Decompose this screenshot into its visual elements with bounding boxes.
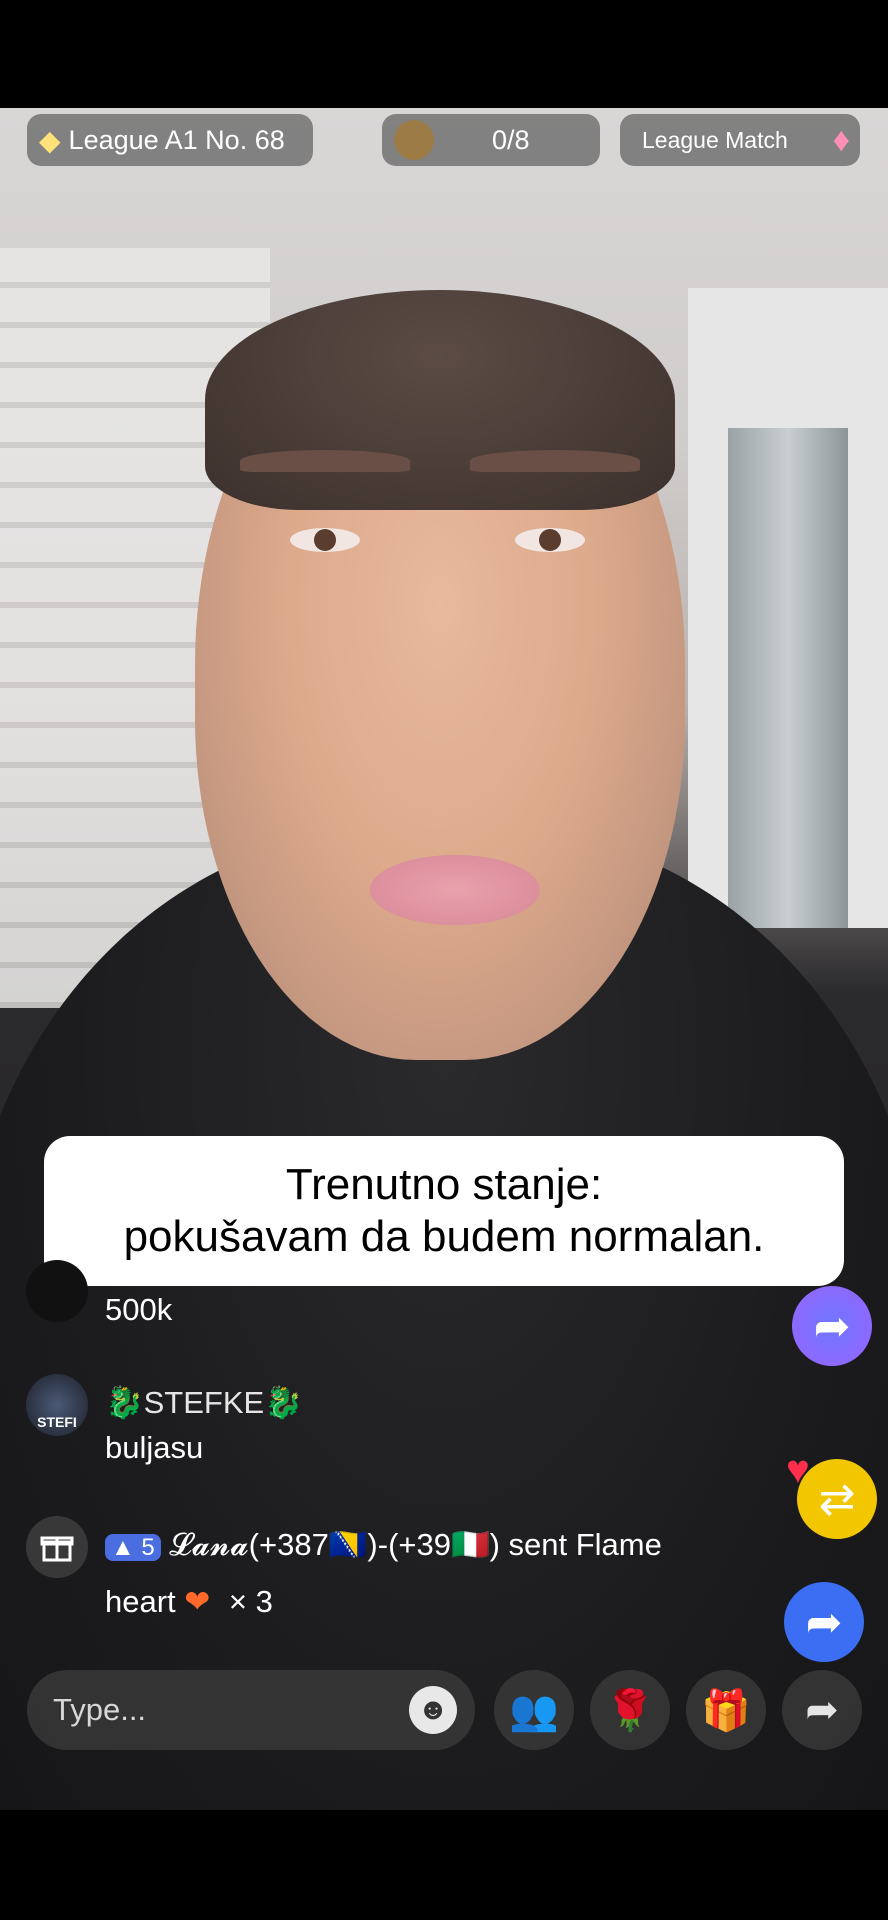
- left-eyebrow: [240, 450, 410, 472]
- dragon-icon: 🐉: [264, 1385, 303, 1420]
- gift-message-line-1: ▲ 5 𝓛𝓪𝓷𝓪(+387🇧🇦)-(+39🇮🇹) sent Flame: [105, 1526, 662, 1564]
- caption-line-1: Trenutno stanje:: [285, 1160, 603, 1209]
- share-icon: ➦: [813, 1301, 851, 1351]
- gift-icon: [26, 1516, 88, 1578]
- level-badge: ▲ 5: [105, 1534, 161, 1561]
- level-number: 5: [141, 1534, 155, 1561]
- caption-box: Trenutno stanje: pokušavam da budem norm…: [44, 1136, 844, 1286]
- gift-box-icon: 🎁: [701, 1688, 751, 1733]
- flame-heart-icon: ❤: [184, 1584, 211, 1619]
- chat-message: buljasu: [105, 1430, 204, 1465]
- share-bottom-button[interactable]: ➦: [782, 1670, 862, 1750]
- league-progress-text: 0/8: [492, 124, 530, 155]
- gift-button[interactable]: 🎁: [686, 1670, 766, 1750]
- gift-message-line-2: heart ❤ × 3: [105, 1584, 273, 1620]
- rose-gift-button[interactable]: 🌹: [590, 1670, 670, 1750]
- comment-placeholder: Type...: [53, 1692, 147, 1727]
- league-rank-pill[interactable]: ◆ League A1 No. 68: [27, 114, 313, 166]
- comment-input[interactable]: Type... ☻: [27, 1670, 475, 1750]
- repost-button[interactable]: ⇄: [797, 1459, 877, 1539]
- gift-name: heart: [105, 1584, 176, 1619]
- share-icon: ➦: [805, 1688, 839, 1732]
- right-eyebrow: [470, 450, 640, 472]
- share-icon: ➦: [805, 1597, 843, 1647]
- share-float-button[interactable]: ➦: [792, 1286, 872, 1366]
- chat-username[interactable]: STEFKE: [144, 1385, 265, 1420]
- right-eye: [515, 528, 585, 552]
- streamer-hair: [205, 290, 675, 510]
- league-match-pill[interactable]: League Match ♦: [620, 114, 860, 166]
- avatar-text: STEFI: [37, 1414, 77, 1430]
- league-progress-pill[interactable]: 0/8: [382, 114, 600, 166]
- door-glass: [728, 428, 848, 928]
- lips: [370, 855, 540, 925]
- diamond-icon: ◆: [39, 124, 61, 156]
- dragon-icon: 🐉: [105, 1385, 144, 1420]
- multi-guest-button[interactable]: 👥: [494, 1670, 574, 1750]
- chat-username-row: 🐉STEFKE🐉: [105, 1384, 303, 1421]
- rose-icon: 🌹: [605, 1688, 655, 1733]
- share-button[interactable]: ➦: [784, 1582, 864, 1662]
- league-badge-icon: [394, 120, 434, 160]
- repost-icon: ⇄: [818, 1474, 856, 1524]
- caption-line-2: pokušavam da budem normalan.: [123, 1212, 765, 1261]
- multi-guest-icon: 👥: [509, 1688, 559, 1733]
- chat-message: 500k: [105, 1292, 173, 1327]
- league-match-label: League Match: [642, 126, 788, 153]
- emoji-icon[interactable]: ☻: [409, 1686, 457, 1734]
- gift-message-text: 𝓛𝓪𝓷𝓪(+387🇧🇦)-(+39🇮🇹) sent Flame: [169, 1527, 662, 1562]
- left-eye: [290, 528, 360, 552]
- league-rank-text: League A1 No. 68: [68, 124, 285, 155]
- league-gem-icon: ♦: [832, 120, 850, 159]
- chat-avatar-stefke[interactable]: STEFI: [26, 1374, 88, 1436]
- chat-avatar[interactable]: [26, 1260, 88, 1322]
- gift-count: × 3: [228, 1584, 273, 1619]
